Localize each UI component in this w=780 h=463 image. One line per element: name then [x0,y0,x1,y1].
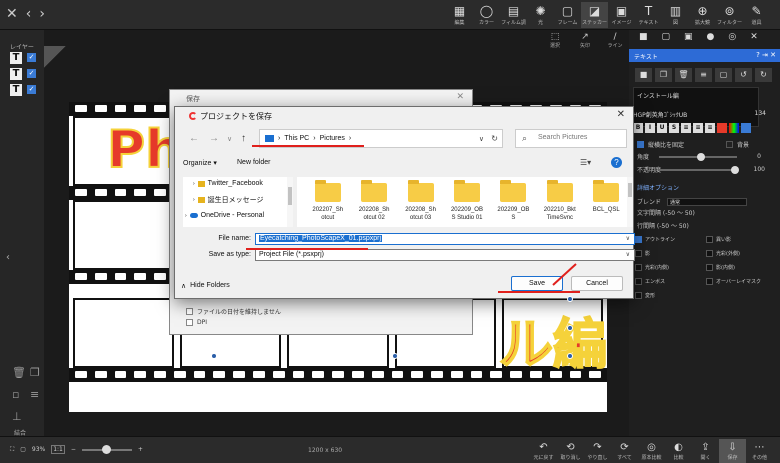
selection-handle[interactable] [567,325,573,331]
photoscape-window: ✕ ‹ › ▦ 編集 ◯ カラー ▤ フィルム調 ✺ 光 ▢ フレーム ◪ ステッカー ▣ イメージ T テキ… [0,0,780,463]
selection-handle[interactable] [567,296,573,302]
selection-handle[interactable] [567,353,573,359]
selection-handle[interactable] [211,353,217,359]
selection-handle[interactable] [392,353,398,359]
annotation-arrow [552,263,577,286]
